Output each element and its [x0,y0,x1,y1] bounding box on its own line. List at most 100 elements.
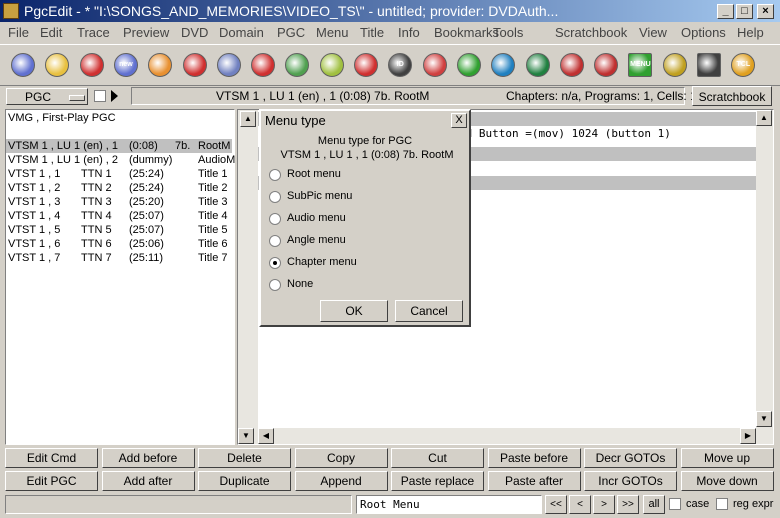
scroll-down-left-icon[interactable]: ▼ [238,428,254,444]
command-horizontal-scrollbar[interactable] [258,428,756,444]
pgc-list-row[interactable]: VTSM 1 , LU 1 (en) , 2 (dummy) AudioM [6,153,235,167]
pgc-list-row[interactable]: VTST 1 , 5 TTN 5 (25:07) Title 5 [6,223,232,237]
folder-green-icon-button[interactable] [317,50,347,80]
pgc-list-row[interactable]: VTST 1 , 4 TTN 4 (25:07) Title 4 [6,209,232,223]
radio-chapter-menu[interactable] [269,257,281,269]
chain-icon-button[interactable] [660,50,690,80]
menu-edit[interactable]: Edit [40,25,62,40]
check-icon-button[interactable] [351,50,381,80]
radio-label[interactable]: SubPic menu [287,190,352,202]
edit-cmd-button[interactable]: Edit Cmd [5,448,98,468]
menu-dvd[interactable]: DVD [181,25,208,40]
pgc-list-row[interactable]: VTSM 1 , LU 1 (en) , 1 (0:08) 7b. RootM [6,139,232,153]
paste-before-button[interactable]: Paste before [487,448,581,468]
copy-icon-button[interactable] [420,50,450,80]
pgc-select[interactable]: PGC [6,88,88,105]
scroll-up-right-icon[interactable]: ▲ [756,110,772,126]
case-checkbox[interactable] [669,498,681,510]
command-left-scrollbar[interactable] [238,110,258,444]
pgc-list-row[interactable]: VTST 1 , 1 TTN 1 (25:24) Title 1 [6,167,232,181]
search-next-button[interactable]: > [593,495,615,514]
list-red-icon-button[interactable] [557,50,587,80]
pgc-list-row[interactable]: VTST 1 , 6 TTN 6 (25:06) Title 6 [6,237,232,251]
scroll-right-icon[interactable]: ▶ [740,428,756,444]
menu-domain[interactable]: Domain [219,25,264,40]
trace-stop-icon-button[interactable] [248,50,278,80]
append-button[interactable]: Append [294,471,388,491]
menu-trace[interactable]: Trace [77,25,110,40]
play-triangle-icon[interactable] [111,90,118,102]
search-first-button[interactable]: << [545,495,567,514]
cut-button[interactable]: Cut [391,448,484,468]
pgc-list-header[interactable]: VMG , First-Play PGC [8,112,116,124]
paste-after-button[interactable]: Paste after [487,471,581,491]
reload-icon-button[interactable] [77,50,107,80]
cancel-button[interactable]: Cancel [395,300,463,322]
menu-file[interactable]: File [8,25,29,40]
menu-bookmarks[interactable]: Bookmarks [434,25,499,40]
search-prev-button[interactable]: < [569,495,591,514]
search-last-button[interactable]: >> [617,495,639,514]
radio-none[interactable] [269,279,281,291]
pgc-list-row[interactable]: VTST 1 , 2 TTN 2 (25:24) Title 2 [6,181,232,195]
incr-gotos-button[interactable]: Incr GOTOs [584,471,677,491]
copy-button[interactable]: Copy [294,448,388,468]
delete-button[interactable]: Delete [198,448,291,468]
dialog-close-button[interactable]: X [451,113,467,128]
add-before-button[interactable]: Add before [101,448,195,468]
maximize-button[interactable]: □ [736,4,753,19]
radio-label[interactable]: Chapter menu [287,256,357,268]
scroll-up-icon[interactable]: ▲ [240,111,256,127]
search-icon-button[interactable] [180,50,210,80]
scroll-down-icon[interactable]: ▼ [756,411,772,427]
duplicate-button[interactable]: Duplicate [198,471,291,491]
open-folder-icon-button[interactable] [42,50,72,80]
edit-pgc-button[interactable]: Edit PGC [5,471,98,491]
radio-label[interactable]: Root menu [287,168,341,180]
trace-icon-button[interactable] [214,50,244,80]
pgc-list[interactable]: VMG , First-Play PGC VTSM 1 , LU 1 (en) … [5,109,235,445]
close-button[interactable]: × [757,4,774,19]
id-icon-button[interactable]: ID [385,50,415,80]
move-up-button[interactable]: Move up [680,448,774,468]
command-line-1[interactable]: ed Button =(mov) 1024 (button 1) [459,127,671,140]
radio-label[interactable]: Audio menu [287,212,346,224]
menu-view[interactable]: View [639,25,667,40]
tcl-icon-button[interactable]: TCL [728,50,758,80]
radio-subpic-menu[interactable] [269,191,281,203]
menu-info[interactable]: Info [398,25,420,40]
paste-replace-button[interactable]: Paste replace [391,471,484,491]
scratchbook-button[interactable]: Scratchbook [692,86,772,106]
radio-label[interactable]: None [287,278,313,290]
menu-tools[interactable]: Tools [493,25,523,40]
add-after-button[interactable]: Add after [101,471,195,491]
new-dvd-icon-button[interactable]: new [111,50,141,80]
radio-angle-menu[interactable] [269,235,281,247]
menu-preview[interactable]: Preview [123,25,169,40]
search-all-button[interactable]: all [643,495,665,514]
minimize-button[interactable]: _ [717,4,734,19]
book-icon-button[interactable] [282,50,312,80]
menu-help[interactable]: Help [737,25,764,40]
menu-pgc[interactable]: PGC [277,25,305,40]
menu-options[interactable]: Options [681,25,726,40]
radio-root-menu[interactable] [269,169,281,181]
globe-icon-button[interactable] [454,50,484,80]
move-down-button[interactable]: Move down [680,471,774,491]
scroll-left-icon[interactable]: ◀ [258,428,274,444]
decr-gotos-button[interactable]: Decr GOTOs [584,448,677,468]
gprm-icon-button[interactable] [694,50,724,80]
preview-icon-button[interactable] [488,50,518,80]
menu-icon-button[interactable]: MENU [625,50,655,80]
pgc-list-row[interactable]: VTST 1 , 7 TTN 7 (25:11) Title 7 [6,251,232,265]
wrench-icon-button[interactable] [523,50,553,80]
delete-cross-icon-button[interactable] [591,50,621,80]
regexpr-checkbox[interactable] [716,498,728,510]
open-dvd-icon-button[interactable] [8,50,38,80]
menu-scratchbook[interactable]: Scratchbook [555,25,627,40]
menu-menu[interactable]: Menu [316,25,349,40]
radio-audio-menu[interactable] [269,213,281,225]
search-input[interactable]: Root Menu [356,495,542,514]
ok-button[interactable]: OK [320,300,388,322]
pgc-checkbox[interactable] [94,90,106,102]
